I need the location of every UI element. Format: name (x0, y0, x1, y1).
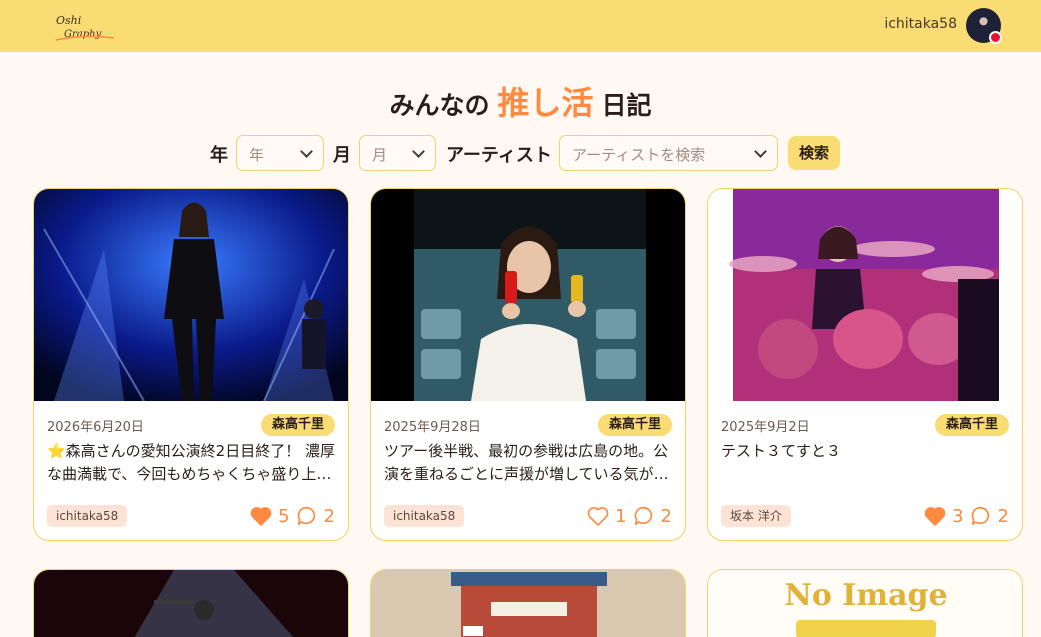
comment-icon[interactable] (296, 505, 318, 527)
heart-icon[interactable] (250, 506, 272, 526)
top-bar: Oshi Graphy ichitaka58 (0, 0, 1041, 52)
like-count: 5 (278, 505, 290, 527)
user-tag[interactable]: ichitaka58 (47, 505, 128, 527)
year-select[interactable]: 年 (236, 135, 324, 171)
chevron-down-icon (412, 145, 425, 158)
notification-badge (989, 31, 1002, 44)
filter-bar: 年 年 月 月 アーティスト アーティストを検索 検索 (0, 135, 1041, 171)
card-stats: 3 2 (924, 503, 1009, 529)
card-text: テスト３てすと３ (721, 442, 842, 460)
diary-card[interactable] (33, 569, 349, 637)
year-label: 年 (210, 145, 228, 166)
comment-count: 2 (997, 505, 1009, 527)
search-button[interactable]: 検索 (788, 136, 840, 170)
card-photo (371, 570, 685, 637)
chevron-down-icon (754, 145, 767, 158)
title-accent: 推し活 (497, 84, 594, 122)
card-stats: 1 2 (587, 503, 672, 529)
app-logo[interactable]: Oshi Graphy (52, 10, 118, 44)
title-suffix: 日記 (601, 91, 652, 120)
header-username[interactable]: ichitaka58 (884, 16, 957, 32)
page-title: みんなの 推し活 日記 (0, 78, 1041, 124)
card-stats: 5 2 (250, 503, 335, 529)
comment-count: 2 (323, 505, 335, 527)
artist-tag[interactable]: 森高千里 (260, 414, 335, 436)
month-label: 月 (333, 145, 351, 166)
card-date: 2025年9月28日 (384, 420, 481, 435)
artist-tag[interactable]: 森高千里 (934, 414, 1009, 436)
card-photo (34, 189, 348, 401)
user-tag[interactable]: ichitaka58 (384, 505, 465, 527)
card-text: ツアー後半戦、最初の参戦は広島の地。公演を重ねるごとに声援が増している気がします (384, 442, 669, 483)
artist-search-input[interactable]: アーティストを検索 (559, 135, 778, 171)
svg-text:Oshi: Oshi (56, 14, 81, 27)
diary-card[interactable]: No Image (707, 569, 1023, 637)
diary-card[interactable] (370, 569, 686, 637)
like-count: 3 (952, 505, 964, 527)
month-select[interactable]: 月 (359, 135, 436, 171)
card-photo (371, 189, 685, 401)
comment-icon[interactable] (970, 505, 992, 527)
artist-tag[interactable]: 森高千里 (597, 414, 672, 436)
diary-card[interactable]: 2025年9月28日 森高千里 ツアー後半戦、最初の参戦は広島の地。公演を重ねる… (370, 188, 686, 541)
heart-icon[interactable] (587, 506, 609, 526)
user-tag[interactable]: 坂本 洋介 (721, 505, 791, 527)
like-count: 1 (615, 505, 627, 527)
chevron-down-icon (300, 145, 313, 158)
comment-count: 2 (660, 505, 672, 527)
year-select-value: 年 (249, 146, 265, 164)
card-photo (708, 189, 1022, 401)
no-image-text: No Image (784, 578, 948, 613)
month-select-value: 月 (372, 146, 388, 164)
diary-card[interactable]: 2025年9月2日 森高千里 テスト３てすと３ 坂本 洋介 3 2 (707, 188, 1023, 541)
comment-icon[interactable] (633, 505, 655, 527)
title-prefix: みんなの (389, 91, 490, 120)
artist-label: アーティスト (446, 145, 552, 166)
heart-icon[interactable] (924, 506, 946, 526)
card-photo (34, 570, 348, 637)
card-date: 2026年6月20日 (47, 420, 144, 435)
diary-card[interactable]: 2026年6月20日 森高千里 ⭐森高さんの愛知公演終2日目終了！ 濃厚な曲満載… (33, 188, 349, 541)
card-text: ⭐森高さんの愛知公演終2日目終了！ 濃厚な曲満載で、今回もめちゃくちゃ盛り上がり… (47, 442, 335, 483)
artist-search-placeholder: アーティストを検索 (572, 146, 706, 164)
card-date: 2025年9月2日 (721, 420, 810, 435)
